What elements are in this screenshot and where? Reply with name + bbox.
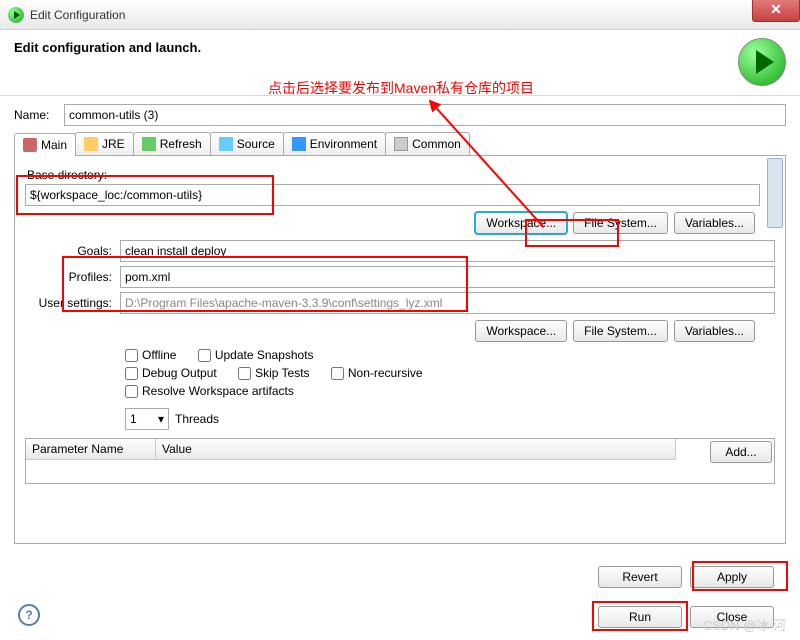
user-settings-input[interactable] <box>120 292 775 314</box>
chevron-down-icon: ▾ <box>158 412 164 426</box>
goals-input[interactable] <box>120 240 775 262</box>
window-close-button[interactable]: ✕ <box>752 0 800 22</box>
threads-spinner[interactable]: 1▾ <box>125 408 169 430</box>
source-icon <box>219 137 233 151</box>
annotation-text: 点击后选择要发布到Maven私有仓库的项目 <box>268 78 534 98</box>
tab-common[interactable]: Common <box>385 132 470 155</box>
user-settings-label: User settings: <box>25 296 120 310</box>
run-icon <box>738 38 786 86</box>
variables-button[interactable]: Variables... <box>674 212 755 234</box>
tab-bar: Main JRE Refresh Source Environment Comm… <box>14 132 786 156</box>
environment-icon <box>292 137 306 151</box>
file-system-button[interactable]: File System... <box>573 212 668 234</box>
resolve-workspace-checkbox[interactable]: Resolve Workspace artifacts <box>125 384 294 398</box>
tab-source[interactable]: Source <box>210 132 284 155</box>
goals-label: Goals: <box>25 244 120 258</box>
base-directory-label: Base directory: <box>27 168 775 182</box>
common-icon <box>394 137 408 151</box>
skip-tests-checkbox[interactable]: Skip Tests <box>238 366 309 380</box>
watermark: CSDN @冰 河 <box>703 615 786 634</box>
main-icon <box>23 138 37 152</box>
dialog-title: Edit configuration and launch. <box>14 40 786 55</box>
non-recursive-checkbox[interactable]: Non-recursive <box>331 366 423 380</box>
options-checkboxes: Offline Update Snapshots Debug Output Sk… <box>125 348 775 402</box>
tab-content-main: Base directory: Workspace... File System… <box>14 156 786 544</box>
window-title: Edit Configuration <box>30 8 125 22</box>
jre-icon <box>84 137 98 151</box>
tab-jre[interactable]: JRE <box>75 132 134 155</box>
update-snapshots-checkbox[interactable]: Update Snapshots <box>198 348 314 362</box>
refresh-icon <box>142 137 156 151</box>
help-icon[interactable]: ? <box>18 604 40 626</box>
tab-environment[interactable]: Environment <box>283 132 386 155</box>
column-parameter-name[interactable]: Parameter Name <box>26 439 156 460</box>
add-button[interactable]: Add... <box>710 441 772 463</box>
window-titlebar: Edit Configuration ✕ <box>0 0 800 30</box>
run-config-icon <box>8 7 24 23</box>
revert-button[interactable]: Revert <box>598 566 682 588</box>
column-value[interactable]: Value <box>156 439 676 460</box>
profiles-input[interactable] <box>120 266 775 288</box>
workspace-button-2[interactable]: Workspace... <box>475 320 567 342</box>
vertical-scrollbar[interactable] <box>767 158 783 228</box>
tab-main[interactable]: Main <box>14 133 76 156</box>
apply-button[interactable]: Apply <box>690 566 774 588</box>
name-label: Name: <box>14 108 64 122</box>
run-button[interactable]: Run <box>598 606 682 628</box>
variables-button-2[interactable]: Variables... <box>674 320 755 342</box>
profiles-label: Profiles: <box>25 270 120 284</box>
debug-output-checkbox[interactable]: Debug Output <box>125 366 217 380</box>
base-directory-input[interactable] <box>25 184 760 206</box>
workspace-button[interactable]: Workspace... <box>475 212 567 234</box>
tab-refresh[interactable]: Refresh <box>133 132 211 155</box>
offline-checkbox[interactable]: Offline <box>125 348 176 362</box>
name-input[interactable] <box>64 104 786 126</box>
threads-label: Threads <box>175 412 219 426</box>
parameters-table: Parameter NameValue Add... <box>25 438 775 484</box>
file-system-button-2[interactable]: File System... <box>573 320 668 342</box>
